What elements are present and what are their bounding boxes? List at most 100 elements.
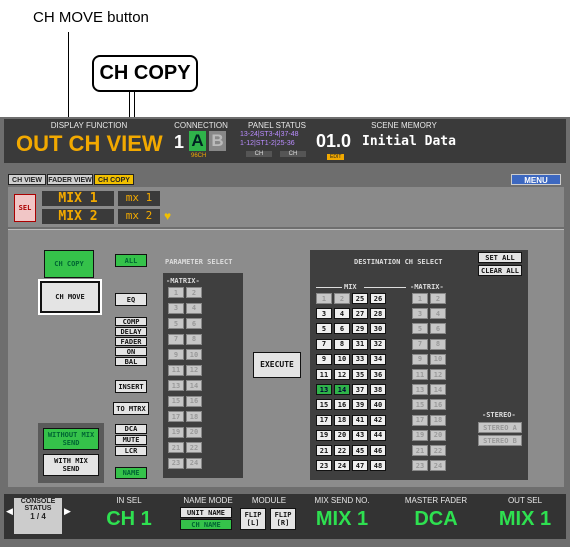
eq-button[interactable]: EQ (115, 293, 147, 306)
console-status[interactable]: CONSOLE STATUS 1 / 4 (14, 498, 62, 534)
param-matrix-5[interactable]: 5 (168, 318, 184, 329)
param-matrix-10[interactable]: 10 (186, 349, 202, 360)
dest-mix-9[interactable]: 9 (316, 353, 332, 365)
param-matrix-9[interactable]: 9 (168, 349, 184, 360)
param-matrix-23[interactable]: 23 (168, 457, 184, 469)
dest-matrix-4[interactable]: 4 (430, 308, 446, 320)
dest-matrix-16[interactable]: 16 (430, 399, 446, 411)
dest-mix-48[interactable]: 48 (370, 460, 386, 472)
console-status-left-arrow[interactable]: ◀ (6, 506, 13, 517)
insert-button[interactable]: INSERT (115, 380, 147, 393)
dest-mix-22[interactable]: 22 (334, 445, 350, 456)
param-matrix-18[interactable]: 18 (186, 411, 202, 422)
dest-mix-14[interactable]: 14 (334, 384, 350, 396)
source-channel[interactable]: MIX 1 (42, 191, 114, 206)
param-matrix-20[interactable]: 20 (186, 426, 202, 438)
flip-l-button[interactable]: FLIP [L] (240, 508, 266, 530)
dest-matrix-7[interactable]: 7 (412, 338, 428, 350)
param-matrix-6[interactable]: 6 (186, 318, 202, 329)
dest-matrix-15[interactable]: 15 (412, 399, 428, 411)
dest-mix-36[interactable]: 36 (370, 369, 386, 380)
dest-mix-45[interactable]: 45 (352, 445, 368, 456)
dest-mix-5[interactable]: 5 (316, 323, 332, 335)
dest-matrix-17[interactable]: 17 (412, 414, 428, 426)
param-matrix-14[interactable]: 14 (186, 380, 202, 391)
tab-ch-copy[interactable]: CH COPY (94, 174, 134, 185)
param-matrix-1[interactable]: 1 (168, 287, 184, 298)
source-channel-short[interactable]: mx 1 (118, 191, 160, 206)
dest-mix-44[interactable]: 44 (370, 429, 386, 441)
dest-mix-32[interactable]: 32 (370, 338, 386, 350)
dest-mix-8[interactable]: 8 (334, 338, 350, 350)
dest-mix-19[interactable]: 19 (316, 429, 332, 441)
dest-channel-short[interactable]: mx 2 (118, 209, 160, 224)
dest-mix-38[interactable]: 38 (370, 384, 386, 396)
dest-mix-39[interactable]: 39 (352, 399, 368, 411)
dest-mix-23[interactable]: 23 (316, 460, 332, 472)
dest-mix-37[interactable]: 37 (352, 384, 368, 396)
to-matrix-button[interactable]: TO MTRX (113, 402, 149, 415)
dest-mix-4[interactable]: 4 (334, 308, 350, 320)
param-matrix-22[interactable]: 22 (186, 442, 202, 453)
with-mix-send-button[interactable]: WITH MIX SEND (43, 454, 99, 476)
dest-mix-24[interactable]: 24 (334, 460, 350, 472)
dest-mix-10[interactable]: 10 (334, 353, 350, 365)
dest-mix-17[interactable]: 17 (316, 414, 332, 426)
clear-all-button[interactable]: CLEAR ALL (478, 265, 522, 276)
dest-mix-34[interactable]: 34 (370, 353, 386, 365)
dca-button[interactable]: DCA (115, 424, 147, 434)
sel-button[interactable]: SEL (14, 194, 36, 222)
dest-matrix-12[interactable]: 12 (430, 369, 446, 380)
param-matrix-8[interactable]: 8 (186, 333, 202, 345)
param-matrix-3[interactable]: 3 (168, 302, 184, 314)
dest-mix-33[interactable]: 33 (352, 353, 368, 365)
dest-matrix-8[interactable]: 8 (430, 338, 446, 350)
dest-mix-20[interactable]: 20 (334, 429, 350, 441)
dest-matrix-21[interactable]: 21 (412, 445, 428, 456)
param-matrix-7[interactable]: 7 (168, 333, 184, 345)
dest-matrix-9[interactable]: 9 (412, 353, 428, 365)
dest-mix-31[interactable]: 31 (352, 338, 368, 350)
dest-mix-43[interactable]: 43 (352, 429, 368, 441)
dest-matrix-20[interactable]: 20 (430, 429, 446, 441)
dest-mix-7[interactable]: 7 (316, 338, 332, 350)
dest-mix-29[interactable]: 29 (352, 323, 368, 335)
param-matrix-11[interactable]: 11 (168, 364, 184, 376)
ch-name-button[interactable]: CH NAME (180, 519, 232, 530)
menu-button[interactable]: MENU (511, 174, 561, 185)
dest-mix-41[interactable]: 41 (352, 414, 368, 426)
tab-ch-view[interactable]: CH VIEW (8, 174, 46, 185)
execute-button[interactable]: EXECUTE (253, 352, 301, 378)
param-matrix-15[interactable]: 15 (168, 395, 184, 407)
dest-matrix-10[interactable]: 10 (430, 353, 446, 365)
dest-mix-13[interactable]: 13 (316, 384, 332, 396)
without-mix-send-button[interactable]: WITHOUT MIX SEND (43, 428, 99, 450)
param-matrix-16[interactable]: 16 (186, 395, 202, 407)
dest-matrix-5[interactable]: 5 (412, 323, 428, 335)
dest-matrix-11[interactable]: 11 (412, 369, 428, 380)
dest-matrix-23[interactable]: 23 (412, 460, 428, 472)
param-matrix-12[interactable]: 12 (186, 364, 202, 376)
delay-button[interactable]: DELAY (115, 327, 147, 336)
dest-mix-11[interactable]: 11 (316, 369, 332, 380)
dest-mix-42[interactable]: 42 (370, 414, 386, 426)
dest-matrix-3[interactable]: 3 (412, 308, 428, 320)
dest-matrix-18[interactable]: 18 (430, 414, 446, 426)
ch-copy-button[interactable]: CH COPY (44, 250, 94, 278)
stereo-b-button[interactable]: STEREO B (478, 435, 522, 446)
dest-matrix-1[interactable]: 1 (412, 293, 428, 304)
dest-matrix-19[interactable]: 19 (412, 429, 428, 441)
dest-matrix-24[interactable]: 24 (430, 460, 446, 472)
param-matrix-17[interactable]: 17 (168, 411, 184, 422)
dest-channel[interactable]: MIX 2 (42, 209, 114, 224)
name-button[interactable]: NAME (115, 467, 147, 479)
set-all-button[interactable]: SET ALL (478, 252, 522, 263)
lcr-button[interactable]: LCR (115, 446, 147, 456)
tab-fader-view[interactable]: FADER VIEW (47, 174, 93, 185)
dest-mix-15[interactable]: 15 (316, 399, 332, 411)
dest-mix-1[interactable]: 1 (316, 293, 332, 304)
dest-mix-30[interactable]: 30 (370, 323, 386, 335)
comp-button[interactable]: COMP (115, 317, 147, 326)
dest-mix-35[interactable]: 35 (352, 369, 368, 380)
dest-matrix-13[interactable]: 13 (412, 384, 428, 396)
